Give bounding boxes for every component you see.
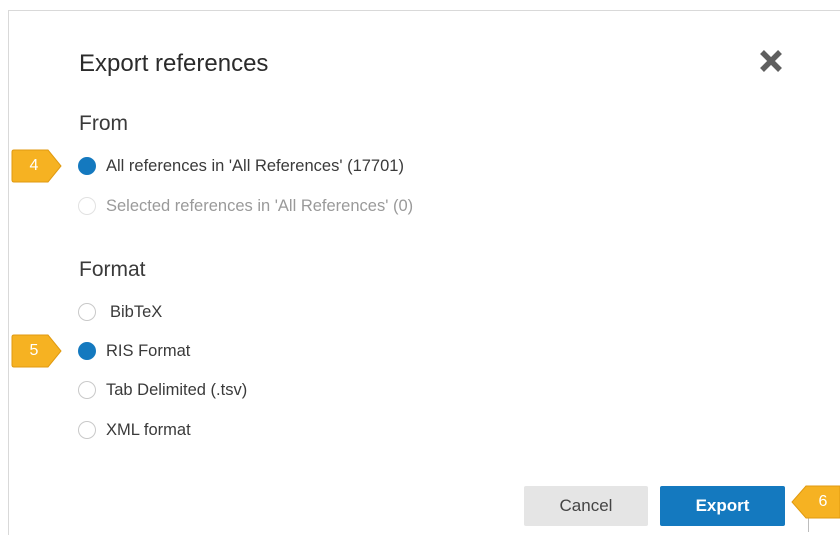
export-button[interactable]: Export (660, 486, 785, 526)
from-label: From (79, 112, 128, 135)
radio-unchecked-icon[interactable] (78, 303, 96, 321)
close-icon[interactable] (757, 47, 785, 75)
radio-xml-format[interactable]: XML format (78, 419, 191, 441)
option-label: All references in 'All References' (1770… (106, 156, 404, 175)
cancel-button[interactable]: Cancel (524, 486, 648, 526)
option-label: XML format (106, 420, 191, 439)
radio-bibtex[interactable]: BibTeX (78, 301, 162, 323)
option-label: Tab Delimited (.tsv) (106, 380, 248, 399)
callout-number: 5 (29, 342, 39, 359)
callout-step-4: 4 (10, 148, 62, 184)
page: Export references From All references in… (0, 0, 840, 535)
callout-number: 6 (818, 493, 828, 510)
dialog-title: Export references (79, 50, 269, 77)
callout-number: 4 (29, 157, 39, 174)
callout-step-5: 5 (10, 333, 62, 369)
callout-step-6: 6 (790, 484, 840, 520)
radio-checked-icon[interactable] (78, 342, 96, 360)
radio-selected-references: Selected references in 'All References' … (78, 195, 413, 217)
option-label: Selected references in 'All References' … (106, 196, 414, 215)
option-label: RIS Format (106, 341, 191, 360)
radio-tab-delimited[interactable]: Tab Delimited (.tsv) (78, 379, 247, 401)
radio-ris-format[interactable]: RIS Format (78, 340, 190, 362)
radio-unchecked-icon (78, 197, 96, 215)
radio-checked-icon[interactable] (78, 157, 96, 175)
radio-unchecked-icon[interactable] (78, 421, 96, 439)
radio-unchecked-icon[interactable] (78, 381, 96, 399)
radio-all-references[interactable]: All references in 'All References' (1770… (78, 155, 404, 177)
format-label: Format (79, 258, 146, 281)
option-label: BibTeX (110, 302, 163, 321)
